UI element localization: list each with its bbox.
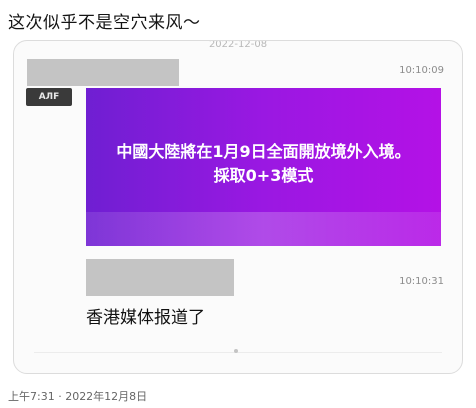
announcement-image[interactable]: 中國大陸將在1月9日全面開放境外入境。 採取0+3模式	[86, 88, 441, 246]
redacted-sender-name	[27, 59, 179, 86]
sender-avatar: AЛF	[26, 88, 72, 106]
message-time: 10:10:31	[399, 276, 444, 287]
post-timestamp[interactable]: 上午7:31 · 2022年12月8日	[8, 388, 147, 404]
embedded-chat-screenshot: 2022-12-08 10:10:09 AЛF 中國大陸將在1月9日全面開放境外…	[13, 40, 463, 374]
message-text: 香港媒体报道了	[86, 308, 205, 328]
announcement-line-2: 採取0+3模式	[213, 166, 314, 185]
redacted-sender-name	[86, 259, 234, 296]
announcement-line-1: 中國大陸將在1月9日全面開放境外入境。	[116, 142, 411, 161]
banner-bottom-stripe	[86, 212, 441, 246]
divider-dot	[234, 349, 238, 353]
message-time: 10:10:09	[399, 65, 444, 76]
chat-date-divider: 2022-12-08	[208, 40, 268, 50]
post-text: 这次似乎不是空穴来风～	[8, 13, 201, 33]
chat-divider	[34, 352, 442, 353]
